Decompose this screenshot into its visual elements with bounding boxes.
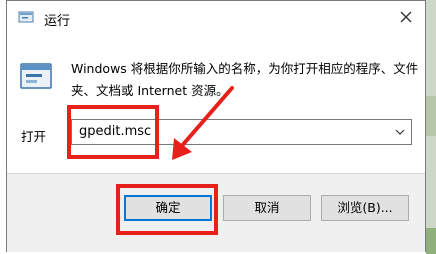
run-dialog: 运行 Windows 将根据你所输入的名称，为你打开相应的程序、文件夹、文档或 … bbox=[6, 0, 426, 252]
run-icon bbox=[20, 63, 52, 89]
close-icon[interactable] bbox=[397, 8, 415, 26]
run-icon bbox=[18, 11, 34, 23]
ok-button[interactable]: 确定 bbox=[124, 195, 212, 221]
desktop-background bbox=[426, 0, 436, 254]
open-combobox[interactable]: gpedit.msc bbox=[71, 119, 412, 145]
window-title: 运行 bbox=[44, 14, 71, 29]
title-bar[interactable]: 运行 bbox=[7, 1, 425, 35]
open-label: 打开 bbox=[21, 129, 47, 144]
cancel-button[interactable]: 取消 bbox=[223, 195, 311, 221]
browse-button[interactable]: 浏览(B)... bbox=[321, 195, 409, 221]
chevron-down-icon[interactable] bbox=[395, 128, 405, 136]
open-input[interactable]: gpedit.msc bbox=[79, 124, 151, 139]
description-text: Windows 将根据你所输入的名称，为你打开相应的程序、文件夹、文档或 Int… bbox=[71, 61, 419, 98]
button-bar: 确定 取消 浏览(B)... bbox=[7, 173, 425, 252]
